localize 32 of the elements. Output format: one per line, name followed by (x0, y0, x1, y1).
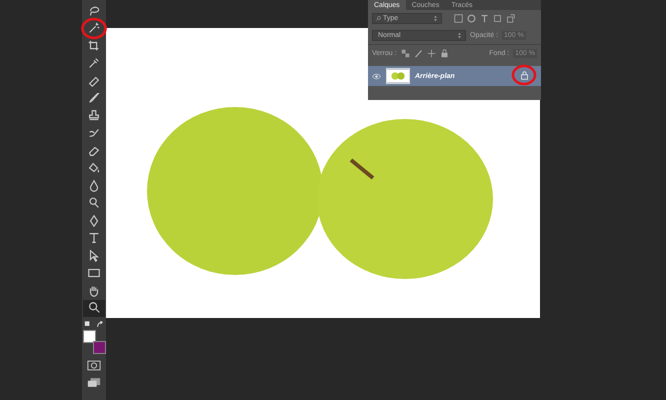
color-swatch[interactable] (83, 330, 96, 343)
drop-icon (87, 178, 101, 193)
stepper-icon (433, 15, 438, 22)
wand-icon (87, 21, 101, 36)
pen-icon (87, 214, 101, 228)
circle-icon[interactable] (467, 14, 476, 23)
bucket-icon (87, 161, 101, 176)
arrow-icon (87, 248, 101, 263)
zoom-icon (87, 301, 101, 316)
crop-icon (87, 38, 101, 53)
search-icon (376, 15, 381, 22)
image-icon[interactable] (454, 14, 463, 23)
shape-icon[interactable] (493, 14, 502, 23)
brush-icon[interactable] (414, 49, 423, 58)
color-swatch[interactable] (93, 341, 106, 354)
eye-icon[interactable] (372, 72, 381, 80)
stamp-icon (87, 108, 101, 123)
stepper-icon (457, 32, 462, 39)
brush-icon (87, 91, 101, 106)
layer-thumbnail (386, 68, 410, 84)
lasso-icon (87, 4, 101, 18)
checker-icon[interactable] (400, 49, 410, 58)
type-icon (87, 231, 101, 246)
eyedropper-icon (87, 56, 101, 70)
move-icon[interactable] (426, 49, 436, 58)
lock-icon[interactable] (440, 49, 449, 58)
hand-icon (87, 284, 101, 298)
tool-button[interactable] (83, 300, 105, 317)
screen-mode-icon[interactable] (87, 377, 101, 388)
quick-mask-icon[interactable] (87, 360, 101, 371)
default-colors-icon (83, 320, 105, 330)
text-icon[interactable] (480, 14, 489, 23)
